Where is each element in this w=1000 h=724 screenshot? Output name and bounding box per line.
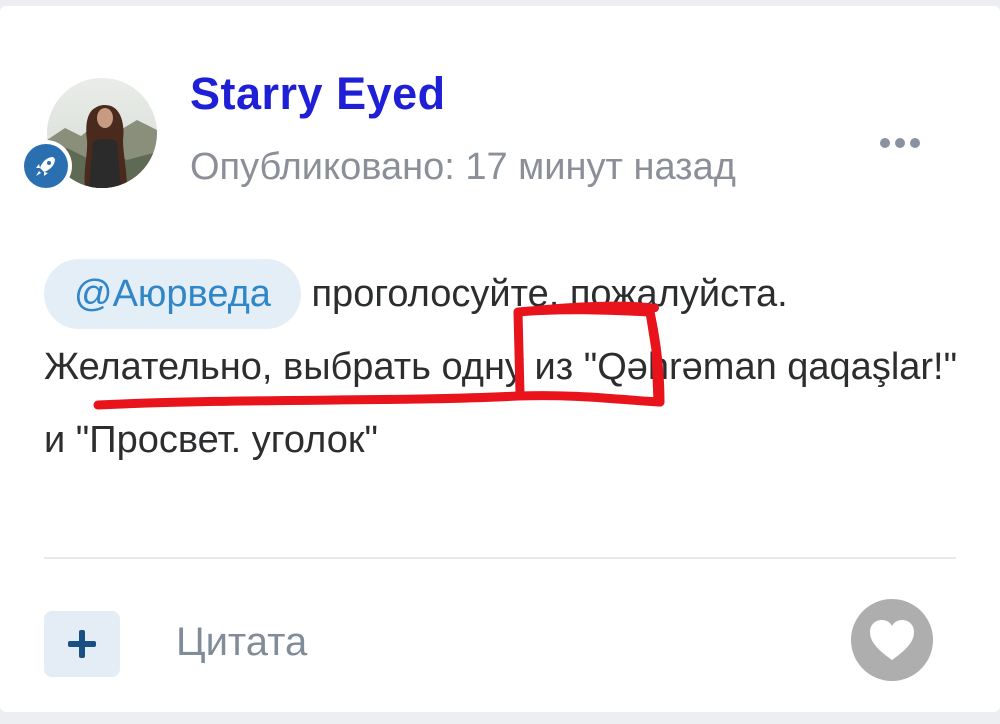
post-text: @Аюрведа проголосуйте, пожалуйста. Желат… — [44, 258, 964, 477]
post-card: Starry Eyed Опубликовано: 17 минут назад… — [0, 6, 1000, 712]
heart-icon — [870, 620, 914, 660]
divider — [44, 557, 956, 559]
mention-tag[interactable]: @Аюрведа — [44, 259, 301, 329]
rocket-badge — [20, 140, 72, 192]
publish-time: Опубликовано: 17 минут назад — [190, 146, 736, 188]
plus-icon — [68, 630, 96, 658]
author-name[interactable]: Starry Eyed — [190, 68, 446, 120]
rocket-icon — [36, 157, 55, 176]
like-button[interactable] — [851, 599, 933, 681]
more-dots-icon[interactable] — [872, 128, 928, 158]
add-button[interactable] — [44, 611, 120, 677]
quote-button[interactable]: Цитата — [176, 620, 307, 665]
